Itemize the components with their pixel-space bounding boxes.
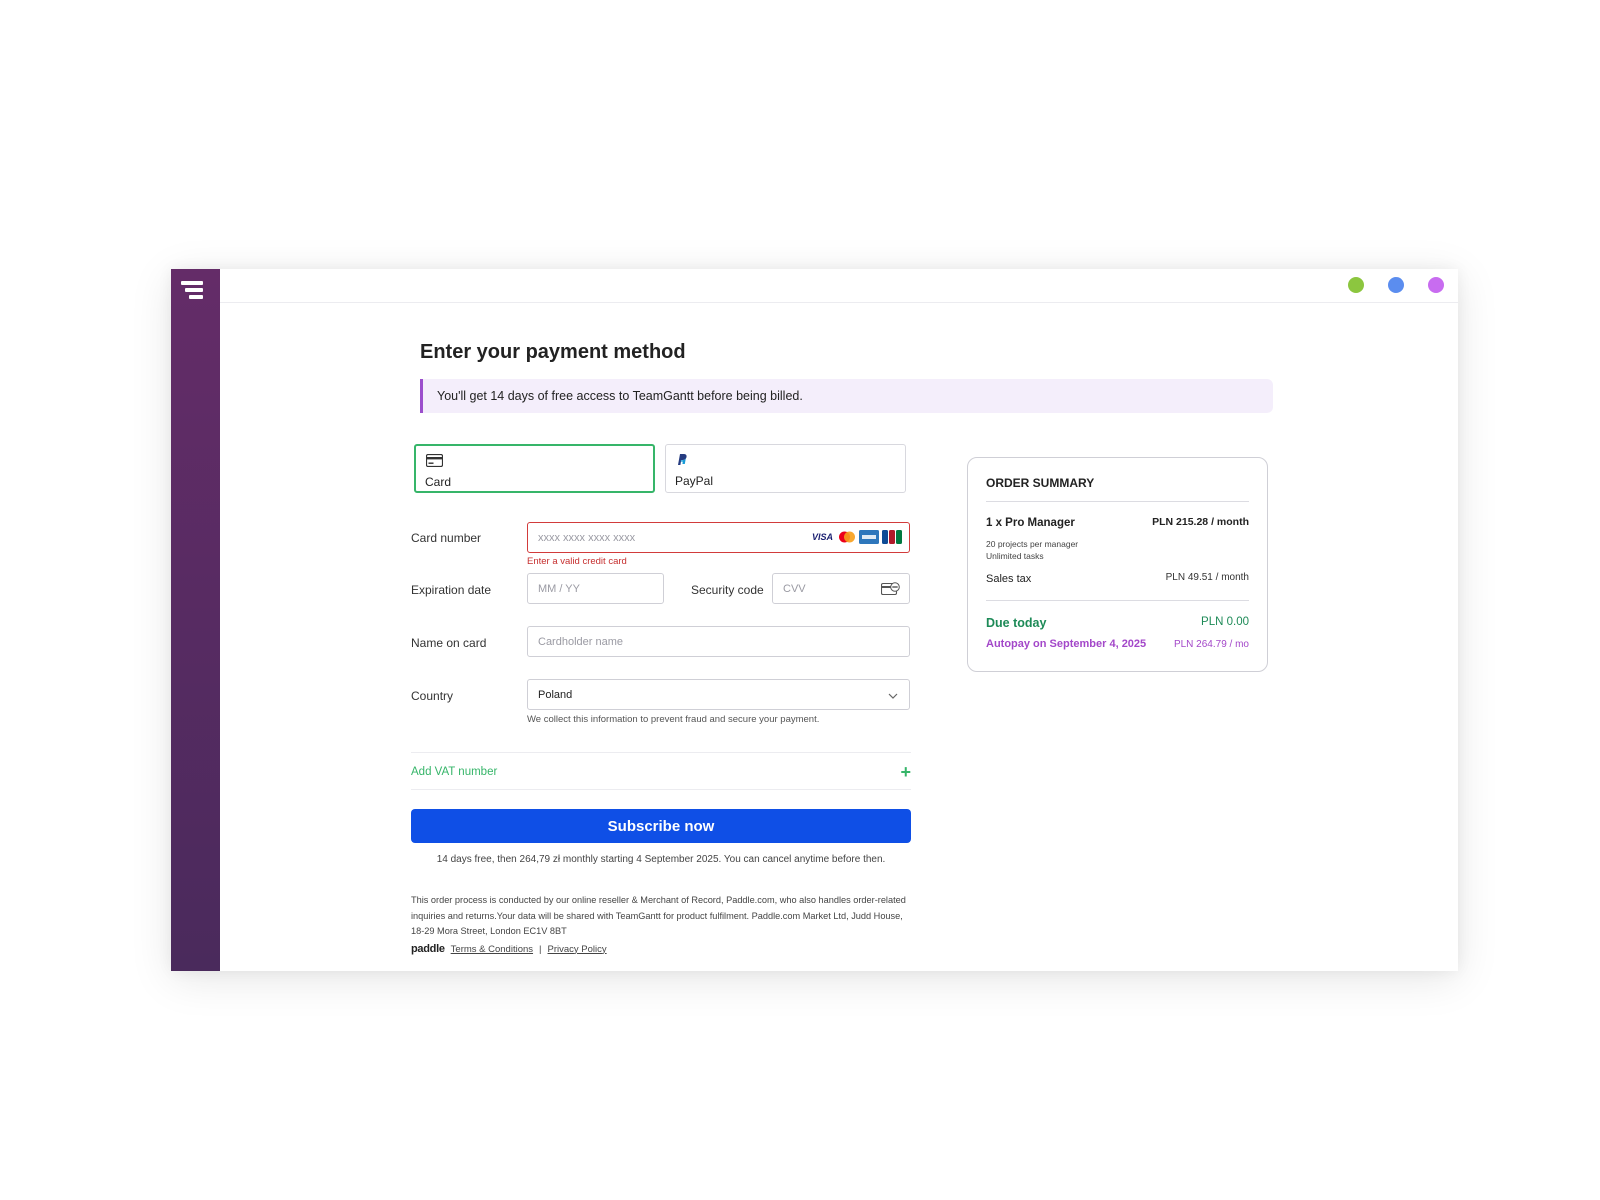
mastercard-icon (839, 531, 855, 543)
add-vat-label: Add VAT number (411, 766, 498, 778)
legal-text: This order process is conducted by our o… (411, 895, 906, 936)
autopay-label: Autopay on September 4, 2025 (986, 638, 1147, 650)
footer-links: paddle Terms & Conditions | Privacy Poli… (411, 943, 607, 955)
summary-feature: 20 projects per manager (986, 539, 1079, 549)
footer-separator: | (539, 943, 542, 955)
sales-tax-value: PLN 49.51 / month (1165, 572, 1249, 583)
cardholder-name-input[interactable]: Cardholder name (527, 626, 910, 657)
amex-icon (859, 530, 879, 544)
paypal-icon (678, 454, 687, 465)
country-select[interactable]: Poland (527, 679, 910, 710)
expiration-date-label: Expiration date (411, 583, 492, 597)
plus-icon[interactable]: + (900, 762, 911, 783)
expiration-date-placeholder: MM / YY (538, 582, 580, 595)
status-dot-blue[interactable] (1388, 277, 1404, 293)
trial-banner-text: You'll get 14 days of free access to Tea… (437, 389, 803, 403)
payment-method-card[interactable]: Card (414, 444, 655, 493)
paddle-logo: paddle (411, 943, 445, 955)
card-number-label: Card number (411, 531, 482, 545)
country-label: Country (411, 689, 454, 703)
card-brand-icons: VISA (812, 530, 902, 544)
card-number-error: Enter a valid credit card (527, 556, 627, 567)
summary-item-price: PLN 215.28 / month (1152, 516, 1249, 528)
status-dot-purple[interactable] (1428, 277, 1444, 293)
order-summary: ORDER SUMMARY 1 x Pro Manager PLN 215.28… (967, 457, 1268, 672)
autopay-value: PLN 264.79 / mo (1173, 639, 1249, 650)
sidebar (171, 269, 220, 971)
cvv-card-icon (881, 582, 900, 596)
summary-divider (986, 501, 1249, 502)
sales-tax-label: Sales tax (986, 573, 1032, 585)
expiration-date-input[interactable]: MM / YY (527, 573, 664, 604)
payment-method-paypal[interactable]: PayPal (665, 444, 906, 493)
country-hint: We collect this information to prevent f… (527, 714, 820, 725)
payment-method-card-label: Card (425, 475, 452, 489)
security-code-label: Security code (691, 583, 764, 597)
app-window: J Enter your payment method You'll get 1… (171, 269, 1458, 971)
credit-card-icon (426, 454, 443, 467)
card-number-placeholder: xxxx xxxx xxxx xxxx (538, 531, 636, 544)
country-value: Poland (538, 688, 573, 701)
jcb-icon (882, 530, 902, 544)
summary-feature: Unlimited tasks (986, 551, 1044, 561)
teamgantt-logo-icon[interactable] (181, 279, 211, 303)
summary-item: 1 x Pro Manager (986, 517, 1075, 529)
terms-link[interactable]: Terms & Conditions (451, 944, 533, 955)
privacy-link[interactable]: Privacy Policy (548, 944, 607, 955)
cardholder-name-placeholder: Cardholder name (538, 635, 623, 648)
summary-divider (986, 600, 1249, 601)
trial-note: 14 days free, then 264,79 zł monthly sta… (436, 854, 886, 865)
add-vat-row[interactable]: Add VAT number + (411, 752, 911, 790)
security-code-placeholder: CVV (783, 582, 806, 595)
name-on-card-label: Name on card (411, 636, 487, 650)
item-price-period: / month (1211, 516, 1249, 528)
status-dot-green[interactable] (1348, 277, 1364, 293)
due-today-value: PLN 0.00 (1201, 616, 1249, 628)
top-bar: J (220, 269, 1458, 303)
page-title: Enter your payment method (420, 341, 686, 363)
chevron-down-icon (888, 693, 898, 699)
order-summary-title: ORDER SUMMARY (986, 476, 1095, 490)
subscribe-button[interactable]: Subscribe now (411, 809, 911, 843)
visa-icon: VISA (811, 532, 833, 542)
due-today-label: Due today (986, 616, 1047, 630)
item-price-amount: PLN 215.28 (1152, 516, 1209, 528)
payment-method-paypal-label: PayPal (675, 474, 714, 488)
card-number-input[interactable]: xxxx xxxx xxxx xxxx VISA (527, 522, 910, 553)
trial-banner: You'll get 14 days of free access to Tea… (420, 379, 1273, 413)
security-code-input[interactable]: CVV (772, 573, 910, 604)
